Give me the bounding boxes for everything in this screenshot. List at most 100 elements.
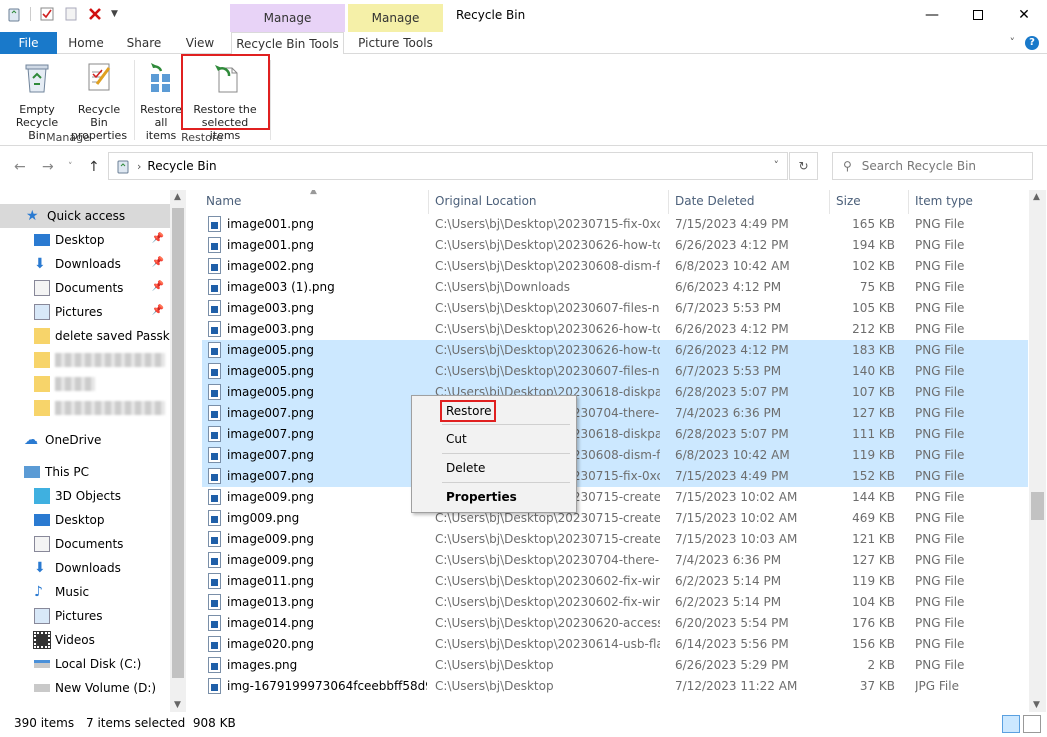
nav-downloads[interactable]: ⬇ Downloads 📌 xyxy=(0,252,170,276)
back-arrow-icon[interactable]: ← xyxy=(14,159,26,175)
nav-folder-blurred[interactable] xyxy=(0,372,170,396)
table-row[interactable]: image003.png C:\Users\bj\Desktop\20230626… xyxy=(202,319,1028,340)
maximize-button[interactable] xyxy=(955,0,1001,30)
column-separator[interactable] xyxy=(668,190,669,214)
nav-folder-passkeys[interactable]: delete saved Passkeys xyxy=(0,324,170,348)
table-row[interactable]: image009.pngC:\Users\bj\Desktop\20230715… xyxy=(202,529,1028,550)
nav-quick-access[interactable]: ★ Quick access xyxy=(0,204,170,228)
menu-item-cut[interactable]: Cut xyxy=(414,428,574,450)
help-icon[interactable]: ? xyxy=(1025,36,1039,50)
forward-arrow-icon[interactable]: → xyxy=(42,159,54,175)
minimize-button[interactable]: — xyxy=(909,0,955,30)
menu-item-properties[interactable]: Properties xyxy=(414,486,574,508)
nav-pc-desktop[interactable]: Desktop xyxy=(0,508,170,532)
table-row[interactable]: image003.png C:\Users\bj\Desktop\20230607… xyxy=(202,298,1028,319)
nav-pc-pictures[interactable]: Pictures xyxy=(0,604,170,628)
expand-ribbon-icon[interactable]: ˅ xyxy=(1010,36,1016,50)
large-icons-view-button[interactable] xyxy=(1023,715,1041,733)
nav-local-disk[interactable]: Local Disk (C:) xyxy=(0,652,170,676)
context-tab-manage-recycle: Manage xyxy=(230,4,345,32)
scroll-down-icon[interactable]: ▼ xyxy=(1033,700,1040,710)
table-row[interactable]: images.png C:\Users\bj\Desktop 6/26/2023 5… xyxy=(202,655,1028,676)
column-header-size[interactable]: Size xyxy=(836,194,861,208)
scroll-up-icon[interactable]: ▲ xyxy=(1033,192,1040,202)
column-header-date[interactable]: Date Deleted xyxy=(675,194,755,208)
nav-3d-objects[interactable]: 3D Objects xyxy=(0,484,170,508)
nav-folder-blurred[interactable] xyxy=(0,396,170,420)
restore-all-items-button[interactable]: Restore all items xyxy=(138,60,184,142)
table-row[interactable]: image007.pngC:\Users\bj\Desktop\20230715… xyxy=(202,466,1028,487)
breadcrumb-recycle-bin[interactable]: Recycle Bin xyxy=(147,159,216,173)
nav-music[interactable]: ♪ Music xyxy=(0,580,170,604)
table-row[interactable]: image007.pngC:\Users\bj\Desktop\20230608… xyxy=(202,445,1028,466)
table-row[interactable]: image009.pngC:\Users\bj\Desktop\20230715… xyxy=(202,487,1028,508)
table-row[interactable]: image020.png C:\Users\bj\Desktop\20230614… xyxy=(202,634,1028,655)
file-list-scrollbar[interactable]: ▲ ▼ xyxy=(1029,190,1046,712)
up-arrow-icon[interactable]: ↑ xyxy=(88,159,100,175)
nav-desktop[interactable]: Desktop 📌 xyxy=(0,228,170,252)
scroll-up-icon[interactable]: ▲ xyxy=(174,192,181,202)
table-row[interactable]: image001.png C:\Users\bj\Desktop\20230626… xyxy=(202,235,1028,256)
scroll-down-icon[interactable]: ▼ xyxy=(174,700,181,710)
nav-scrollbar[interactable]: ▲ ▼ xyxy=(170,190,186,712)
table-row[interactable]: img-1679199973064fceebbff58d9c9... C:\Use… xyxy=(202,676,1028,697)
details-view-button[interactable] xyxy=(1002,715,1020,733)
tab-file[interactable]: File xyxy=(0,32,57,54)
tab-home[interactable]: Home xyxy=(62,32,110,54)
new-folder-icon[interactable] xyxy=(63,6,79,22)
breadcrumb-chevron-icon[interactable]: › xyxy=(137,160,141,173)
file-list-scrollbar-thumb[interactable] xyxy=(1031,492,1044,520)
desktop-icon xyxy=(34,514,50,526)
table-row[interactable]: image007.pngC:\Users\bj\Desktop\20230704… xyxy=(202,403,1028,424)
table-row[interactable]: image002.png C:\Users\bj\Desktop\20230608… xyxy=(202,256,1028,277)
table-row[interactable]: image001.png C:\Users\bj\Desktop\20230715… xyxy=(202,214,1028,235)
file-size: 119 KB xyxy=(852,574,895,588)
nav-this-pc[interactable]: This PC xyxy=(0,460,170,484)
table-row[interactable]: image009.png C:\Users\bj\Desktop\20230704… xyxy=(202,550,1028,571)
column-separator[interactable] xyxy=(428,190,429,214)
table-row[interactable]: image011.png C:\Users\bj\Desktop\20230602… xyxy=(202,571,1028,592)
tab-picture-tools[interactable]: Picture Tools xyxy=(349,32,442,54)
table-row[interactable]: image003 (1).png C:\Users\bj\Downloads 6/6… xyxy=(202,277,1028,298)
column-separator[interactable] xyxy=(908,190,909,214)
table-row[interactable]: image005.png C:\Users\bj\Desktop\20230607… xyxy=(202,361,1028,382)
column-header-location[interactable]: Original Location xyxy=(435,194,537,208)
address-dropdown-icon[interactable]: ˅ xyxy=(774,159,780,172)
tab-recycle-bin-tools[interactable]: Recycle Bin Tools xyxy=(231,32,344,55)
column-separator[interactable] xyxy=(829,190,830,214)
close-button[interactable]: ✕ xyxy=(1001,0,1047,30)
nav-pictures[interactable]: Pictures 📌 xyxy=(0,300,170,324)
nav-documents[interactable]: Documents 📌 xyxy=(0,276,170,300)
table-row[interactable]: image005.png C:\Users\bj\Desktop\20230618… xyxy=(202,382,1028,403)
properties-icon[interactable] xyxy=(39,6,55,22)
table-row[interactable]: image014.png C:\Users\bj\Desktop\20230620… xyxy=(202,613,1028,634)
recent-locations-chevron-icon[interactable]: ˅ xyxy=(68,162,73,172)
customize-toolbar-chevron-icon[interactable]: ▼ xyxy=(111,9,118,19)
menu-item-delete[interactable]: Delete xyxy=(414,457,574,479)
table-row[interactable]: image007.pngC:\Users\bj\Desktop\20230618… xyxy=(202,424,1028,445)
empty-recycle-bin-button[interactable]: Empty Recycle Bin xyxy=(6,60,68,142)
png-file-icon xyxy=(208,468,221,484)
delete-icon[interactable] xyxy=(87,6,103,22)
address-bar[interactable]: › Recycle Bin ˅ xyxy=(108,152,788,180)
tab-view[interactable]: View xyxy=(178,32,222,54)
table-row[interactable]: img009.png C:\Users\bj\Desktop\20230715-c… xyxy=(202,508,1028,529)
nav-new-volume[interactable]: New Volume (D:) xyxy=(0,676,170,700)
nav-pc-downloads[interactable]: ⬇ Downloads xyxy=(0,556,170,580)
tab-share[interactable]: Share xyxy=(120,32,168,54)
date-deleted: 7/4/2023 6:36 PM xyxy=(675,553,782,567)
column-header-name[interactable]: Name xyxy=(206,194,241,208)
nav-videos[interactable]: Videos xyxy=(0,628,170,652)
folder-icon xyxy=(34,328,50,344)
file-name: image011.png xyxy=(227,574,314,588)
column-header-type[interactable]: Item type xyxy=(915,194,973,208)
nav-scrollbar-thumb[interactable] xyxy=(172,208,184,678)
search-input[interactable]: ⚲ Search Recycle Bin xyxy=(832,152,1033,180)
nav-onedrive[interactable]: ☁ OneDrive xyxy=(0,428,170,452)
nav-pc-documents[interactable]: Documents xyxy=(0,532,170,556)
refresh-button[interactable]: ↻ xyxy=(789,152,818,180)
recycle-bin-properties-button[interactable]: Recycle Bin properties xyxy=(68,60,130,142)
nav-folder-blurred[interactable] xyxy=(0,348,170,372)
table-row[interactable]: image005.png C:\Users\bj\Desktop\20230626… xyxy=(202,340,1028,361)
table-row[interactable]: image013.png C:\Users\bj\Desktop\20230602… xyxy=(202,592,1028,613)
